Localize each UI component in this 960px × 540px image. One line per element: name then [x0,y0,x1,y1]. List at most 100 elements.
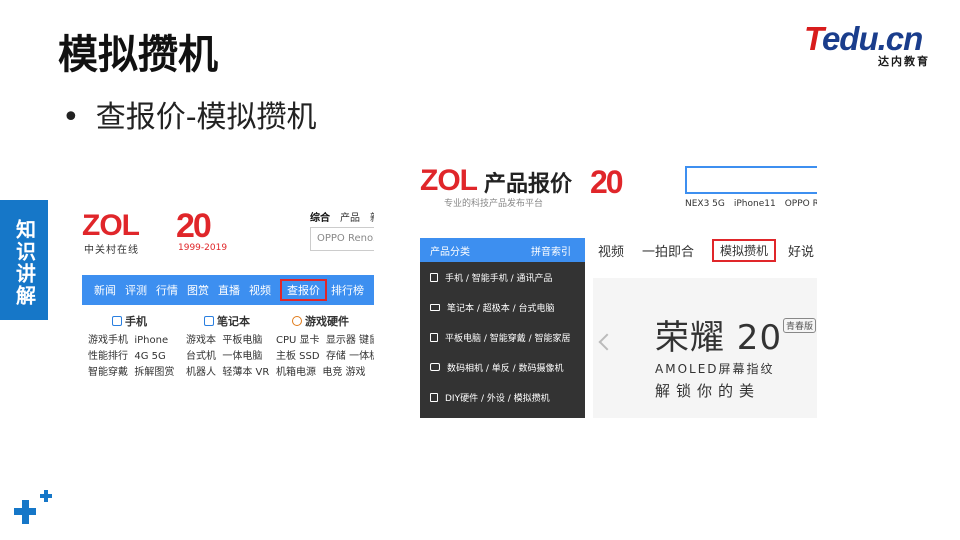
side-tag: 知识讲解 [0,200,48,320]
nav-haoshuo[interactable]: 好说 [788,241,814,260]
category-link[interactable]: 游戏本 [186,335,216,346]
bullet-text: 查报价-模拟攒机 [95,100,317,135]
category-link[interactable]: 游戏手机 [88,335,128,346]
slide: 模拟攒机 • 查报价-模拟攒机 Tedu.cn 达内教育 知识讲解 ZOL 中关村… [0,0,960,540]
slide-title: 模拟攒机 [58,32,218,78]
banner-line2: AMOLED屏幕指纹 [655,362,775,376]
anniversary-logo: 20 [590,164,624,200]
zol-price-screenshot: ZOL 产品报价 专业的科技产品发布平台 20 NEX3 5G iPhone11 O… [420,162,817,418]
bullet-item: • 查报价-模拟攒机 [62,92,317,136]
menu-item-laptop[interactable]: 笔记本 / 超极本 / 台式电脑 [420,292,585,322]
nav-video[interactable]: 视频 [598,241,624,260]
category-link[interactable]: 显示器 键鼠 [326,335,374,346]
banner-badge: 青春版 [783,318,817,333]
category-link[interactable]: 存储 一体机 [326,351,374,362]
nav-video[interactable]: 视频 [249,282,271,298]
search-input[interactable] [685,166,817,194]
category-gaming[interactable]: 游戏硬件 [292,313,349,329]
hot-search-link[interactable]: OPPO R [785,199,817,209]
category-link[interactable]: iPhone [134,335,168,346]
nav-price-highlight[interactable]: 查报价 [280,279,327,301]
slogan: 专业的科技产品发布平台 [444,199,544,209]
tablet-icon [430,332,438,342]
zol-logo: ZOL [82,209,140,242]
zol-homepage-screenshot: ZOL 中关村在线 20 1999-2019 综合产品新 OPPO Reno2 … [82,203,374,393]
search-input[interactable]: OPPO Reno2 [310,227,374,251]
menu-item-tablet[interactable]: 平板电脑 / 智能穿戴 / 智能家居 [420,322,585,352]
menu-item-label: DIY硬件 / 外设 / 模拟攒机 [445,393,550,404]
category-label: 手机 [125,315,147,328]
category-link[interactable]: 平板电脑 [222,335,262,346]
menu-item-label: 笔记本 / 超极本 / 台式电脑 [447,303,555,314]
category-link[interactable]: 4G 5G [134,351,165,362]
hot-searches: NEX3 5G iPhone11 OPPO R [685,199,817,209]
tedu-logo: Tedu.cn 达内教育 [804,20,934,68]
price-nav: 视频 一拍即合 模拟攒机 好说 [598,238,817,262]
category-link[interactable]: 电竞 游戏 [322,367,365,378]
menu-item-phone[interactable]: 手机 / 智能手机 / 通讯产品 [420,262,585,292]
category-link[interactable]: 机箱电源 [276,367,316,378]
category-link[interactable]: 一体电脑 [222,351,262,362]
category-link[interactable]: 智能穿戴 [88,367,128,378]
main-nav: 新闻 评测 行情 图赏 直播 视频 查报价 排行榜 [82,275,374,305]
tab-product[interactable]: 产品 [340,213,360,224]
chevron-left-icon[interactable] [598,333,616,351]
nav-ranking[interactable]: 排行榜 [331,282,364,298]
nav-yipaijihe[interactable]: 一拍即合 [642,241,694,260]
promo-banner[interactable]: 荣耀 20 青春版 AMOLED屏幕指纹 解锁你的美 [593,278,817,418]
menu-item-label: 手机 / 智能手机 / 通讯产品 [445,273,553,284]
gamepad-icon [292,316,302,326]
category-links: 游戏手机 iPhone 性能排行 4G 5G 智能穿戴 拆解图赏 [88,333,174,381]
nav-news[interactable]: 新闻 [94,282,116,298]
zol-logo-sub: 中关村在线 [84,245,139,256]
menu-item-label: 数码相机 / 单反 / 数码摄像机 [447,363,564,374]
camera-icon [430,363,440,371]
banner-line3: 解锁你的美 [655,382,761,400]
hot-search-link[interactable]: NEX3 5G [685,199,725,209]
laptop-icon [204,316,214,326]
category-bar: 产品分类 拼音索引 [420,238,585,262]
menu-item-label: 平板电脑 / 智能穿戴 / 智能家居 [445,333,571,344]
diy-hardware-icon [430,392,438,402]
nav-market[interactable]: 行情 [156,282,178,298]
category-label: 笔记本 [217,315,250,328]
anniversary-years: 1999-2019 [178,243,228,253]
tab-news[interactable]: 新 [370,213,374,224]
category-links: 游戏本 平板电脑 台式机 一体电脑 机器人 轻薄本 VR [186,333,269,381]
nav-live[interactable]: 直播 [218,282,240,298]
category-phone[interactable]: 手机 [112,313,147,329]
category-link[interactable]: CPU 显卡 [276,335,320,346]
zol-logo: ZOL [420,164,478,197]
price-brand-text: 产品报价 [484,172,573,197]
phone-icon [112,316,122,326]
nav-gallery[interactable]: 图赏 [187,282,209,298]
pinyin-index-link[interactable]: 拼音索引 [531,243,571,258]
menu-item-camera[interactable]: 数码相机 / 单反 / 数码摄像机 [420,352,585,382]
category-links: CPU 显卡 显示器 键鼠 主板 SSD 存储 一体机 机箱电源 电竞 游戏 [276,333,374,381]
logo-sub: 达内教育 [878,55,930,68]
category-menu: 手机 / 智能手机 / 通讯产品 笔记本 / 超极本 / 台式电脑 平板电脑 /… [420,262,585,418]
phone-icon [430,272,438,282]
category-link[interactable]: 机器人 [186,367,216,378]
menu-item-diy[interactable]: DIY硬件 / 外设 / 模拟攒机 [420,382,585,412]
search-tabs: 综合产品新 [310,209,374,224]
category-link[interactable]: 台式机 [186,351,216,362]
tab-all[interactable]: 综合 [310,213,330,224]
category-label: 游戏硬件 [305,315,349,328]
bullet-marker: • [62,100,80,135]
category-link[interactable]: 主板 SSD [276,351,320,362]
category-link[interactable]: 轻薄本 VR [222,367,269,378]
category-link[interactable]: 拆解图赏 [134,367,174,378]
category-link[interactable]: 性能排行 [88,351,128,362]
logo-rest: edu.cn [821,20,923,57]
hot-search-link[interactable]: iPhone11 [734,199,776,209]
logo-t: T [804,20,823,57]
category-laptop[interactable]: 笔记本 [204,313,250,329]
category-title[interactable]: 产品分类 [430,243,470,258]
nav-review[interactable]: 评测 [125,282,147,298]
nav-diy-build-highlight[interactable]: 模拟攒机 [712,238,777,262]
anniversary-logo: 20 [176,207,212,245]
plus-decoration-icon [14,490,52,524]
laptop-icon [430,303,440,311]
banner-title: 荣耀 20 [655,318,783,358]
